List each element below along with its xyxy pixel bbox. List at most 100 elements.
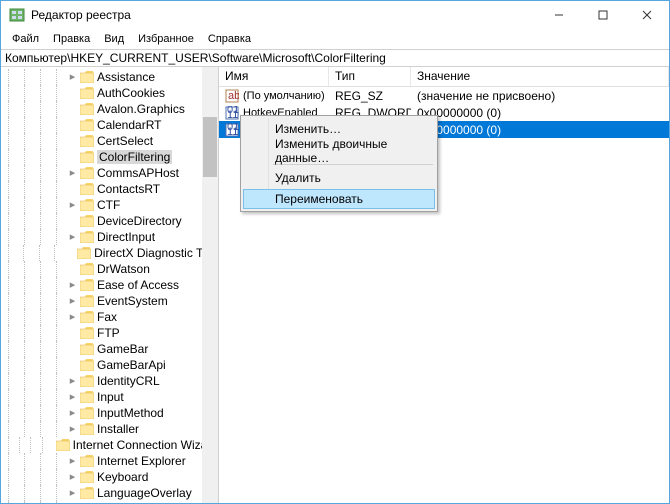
tree-item[interactable]: ▸GameBar [1, 341, 218, 357]
tree-expander-icon[interactable]: ▸ [67, 200, 78, 211]
tree-item[interactable]: ▸MediaPlayer [1, 501, 218, 503]
tree-item[interactable]: ▸DeviceDirectory [1, 213, 218, 229]
tree-item-label: Ease of Access [97, 278, 179, 292]
tree-item-label: GameBar [97, 342, 148, 356]
tree-expander-icon[interactable]: ▸ [67, 456, 78, 467]
tree-item[interactable]: ▸ IdentityCRL [1, 373, 218, 389]
tree-item-label: DrWatson [97, 262, 150, 276]
tree-expander-icon[interactable]: ▸ [67, 232, 78, 243]
menu-edit[interactable]: Правка [46, 31, 97, 47]
tree-item-label: DirectX Diagnostic Tool [94, 246, 218, 260]
tree-item-label: CalendarRT [97, 118, 161, 132]
tree-item-label: InputMethod [97, 406, 164, 420]
tree-scrollbar[interactable] [202, 67, 218, 503]
tree-expander-icon[interactable]: ▸ [67, 168, 78, 179]
tree-item-label: AuthCookies [97, 86, 165, 100]
tree-item[interactable]: ▸ LanguageOverlay [1, 485, 218, 501]
window-controls [537, 1, 669, 29]
address-bar[interactable]: Компьютер\HKEY_CURRENT_USER\Software\Mic… [1, 49, 669, 67]
tree-item[interactable]: ▸ Assistance [1, 69, 218, 85]
tree-item[interactable]: ▸Internet Connection Wizard [1, 437, 218, 453]
menu-view[interactable]: Вид [97, 31, 131, 47]
col-header-type[interactable]: Тип [329, 67, 411, 86]
minimize-button[interactable] [537, 1, 581, 29]
tree-item[interactable]: ▸ Fax [1, 309, 218, 325]
tree-item[interactable]: ▸ InputMethod [1, 405, 218, 421]
tree-item-label: LanguageOverlay [97, 486, 192, 500]
tree-item-label: Assistance [97, 70, 155, 84]
tree-item-label: CertSelect [97, 134, 153, 148]
titlebar: Редактор реестра [1, 1, 669, 29]
menu-favorites[interactable]: Избранное [131, 31, 201, 47]
col-header-name[interactable]: Имя [219, 67, 329, 86]
tree-item[interactable]: ▸CalendarRT [1, 117, 218, 133]
tree-item-label: Keyboard [97, 470, 148, 484]
context-menu-modify-binary[interactable]: Изменить двоичные данные… [243, 140, 435, 162]
tree-item-label: Avalon.Graphics [97, 102, 185, 116]
tree-item-label: Fax [97, 310, 117, 324]
tree-item[interactable]: ▸CertSelect [1, 133, 218, 149]
cell-value: 0x00000000 (0) [411, 123, 669, 137]
tree-expander-icon[interactable]: ▸ [67, 72, 78, 83]
tree-item[interactable]: ▸AuthCookies [1, 85, 218, 101]
tree-expander-icon[interactable]: ▸ [67, 280, 78, 291]
tree-item[interactable]: ▸ CommsAPHost [1, 165, 218, 181]
tree-item[interactable]: ▸ Installer [1, 421, 218, 437]
tree-expander-icon[interactable]: ▸ [67, 312, 78, 323]
app-icon [9, 7, 25, 23]
tree-expander-icon[interactable]: ▸ [67, 376, 78, 387]
tree-item-label: ColorFiltering [97, 150, 172, 164]
svg-text:ab: ab [228, 90, 239, 102]
svg-text:110: 110 [227, 109, 239, 120]
scrollbar-thumb[interactable] [203, 117, 217, 177]
tree-item-label: IdentityCRL [97, 374, 160, 388]
tree-item-label: FTP [97, 326, 120, 340]
context-menu: Изменить… Изменить двоичные данные… Удал… [240, 115, 438, 212]
menu-file[interactable]: Файл [5, 31, 46, 47]
tree-expander-icon[interactable]: ▸ [67, 424, 78, 435]
maximize-button[interactable] [581, 1, 625, 29]
tree-item-label: Internet Connection Wizard [73, 438, 218, 452]
tree-item[interactable]: ▸Avalon.Graphics [1, 101, 218, 117]
tree-item[interactable]: ▸ Ease of Access [1, 277, 218, 293]
tree-view[interactable]: ▸Assistance▸AuthCookies▸Avalon.Graphics▸… [1, 67, 218, 503]
tree-item-label: DirectInput [97, 230, 155, 244]
svg-text:110: 110 [227, 126, 239, 137]
context-menu-rename[interactable]: Переименовать [243, 189, 435, 209]
tree-item-label: ContactsRT [97, 182, 160, 196]
tree-expander-icon[interactable]: ▸ [67, 392, 78, 403]
tree-item-label: CTF [97, 198, 120, 212]
cell-value: (значение не присвоено) [411, 89, 669, 103]
tree-item[interactable]: ▸ColorFiltering [1, 149, 218, 165]
tree-item[interactable]: ▸Internet Explorer [1, 453, 218, 469]
tree-item[interactable]: ▸DrWatson [1, 261, 218, 277]
tree-item[interactable]: ▸FTP [1, 325, 218, 341]
tree-item[interactable]: ▸GameBarApi [1, 357, 218, 373]
col-header-value[interactable]: Значение [411, 67, 669, 86]
tree-item[interactable]: ▸ CTF [1, 197, 218, 213]
tree-expander-icon[interactable]: ▸ [67, 408, 78, 419]
tree-item[interactable]: ▸DirectX Diagnostic Tool [1, 245, 218, 261]
tree-item-label: DeviceDirectory [97, 214, 182, 228]
tree-item[interactable]: ▸EventSystem [1, 293, 218, 309]
tree-item[interactable]: ▸ContactsRT [1, 181, 218, 197]
context-menu-delete[interactable]: Удалить [243, 167, 435, 189]
tree-expander-icon[interactable]: ▸ [67, 296, 78, 307]
menubar: Файл Правка Вид Избранное Справка [1, 29, 669, 49]
list-row[interactable]: ab(По умолчанию)REG_SZ(значение не присв… [219, 87, 669, 104]
tree-item-label: CommsAPHost [97, 166, 179, 180]
menu-help[interactable]: Справка [201, 31, 258, 47]
cell-value: 0x00000000 (0) [411, 106, 669, 120]
tree-item-label: Installer [97, 422, 139, 436]
cell-type: REG_SZ [329, 89, 411, 103]
cell-name: ab(По умолчанию) [219, 89, 329, 103]
tree-item[interactable]: ▸ DirectInput [1, 229, 218, 245]
tree-item[interactable]: ▸Input [1, 389, 218, 405]
tree-expander-icon[interactable]: ▸ [67, 472, 78, 483]
tree-item-label: MediaPlayer [97, 502, 164, 503]
tree-item[interactable]: ▸ Keyboard [1, 469, 218, 485]
tree-item-label: GameBarApi [97, 358, 166, 372]
close-button[interactable] [625, 1, 669, 29]
list-header: Имя Тип Значение [219, 67, 669, 87]
tree-expander-icon[interactable]: ▸ [67, 488, 78, 499]
